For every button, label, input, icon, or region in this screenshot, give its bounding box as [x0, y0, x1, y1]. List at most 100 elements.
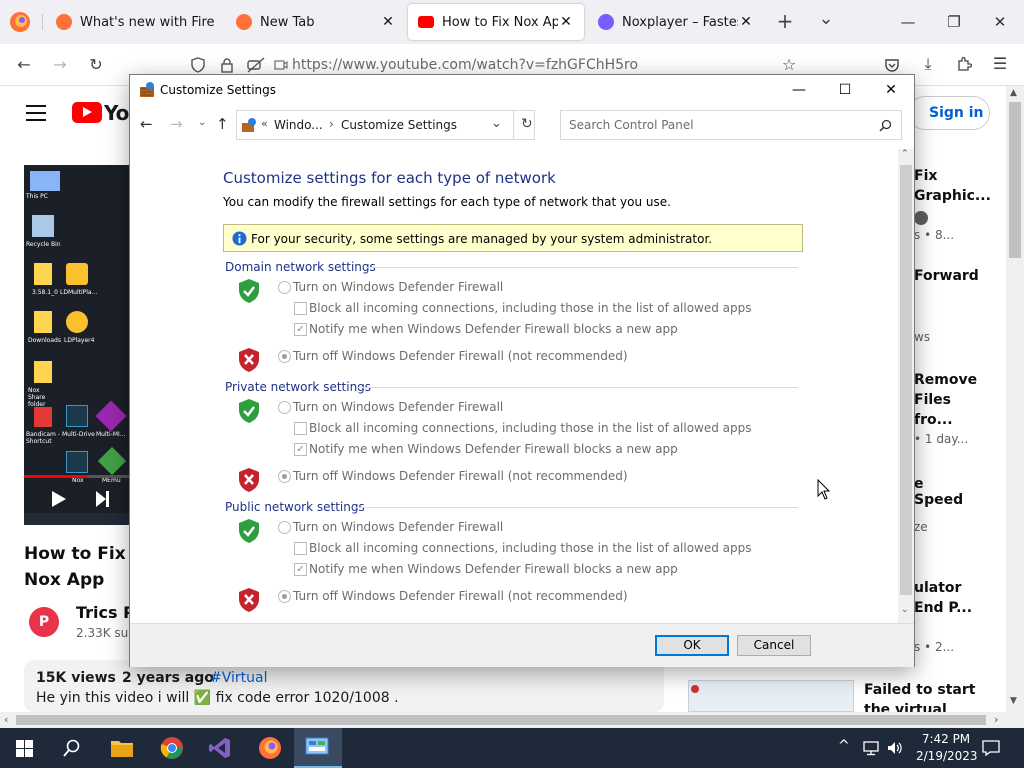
rec-title-6[interactable]: Failed to start the virtual	[864, 680, 984, 712]
ok-button[interactable]: OK	[655, 635, 729, 656]
dialog-close-button[interactable]: ✕	[868, 75, 914, 105]
cancel-button[interactable]: Cancel	[737, 635, 811, 656]
tab-youtube-active[interactable]: How to Fix Nox App pl ✕	[408, 4, 584, 40]
network-icon[interactable]	[862, 740, 880, 756]
notifications-icon[interactable]	[982, 740, 1000, 756]
dialog-minimize-button[interactable]: —	[776, 75, 822, 105]
close-tab-icon[interactable]: ✕	[380, 14, 396, 30]
volume-icon[interactable]	[886, 740, 904, 756]
address-dropdown-icon[interactable]: ⌄	[491, 116, 502, 131]
back-button[interactable]: ←	[10, 52, 38, 78]
extensions-icon[interactable]	[956, 56, 972, 72]
browser-minimize-button[interactable]: —	[888, 8, 928, 36]
channel-name[interactable]: Trics Plus	[76, 603, 130, 622]
browser-restore-button[interactable]: ❐	[934, 8, 974, 36]
breadcrumb-overflow[interactable]: «	[261, 117, 268, 130]
pocket-icon[interactable]	[884, 57, 900, 73]
taskbar-firefox[interactable]	[246, 728, 294, 768]
lock-icon[interactable]	[220, 57, 234, 73]
scroll-right-icon[interactable]: ›	[994, 713, 998, 726]
taskbar-visual-studio[interactable]	[196, 728, 244, 768]
domain-notify-checkbox[interactable]: ✓	[294, 323, 307, 336]
private-turn-off-radio[interactable]	[278, 470, 291, 483]
dialog-scroll-down-icon[interactable]: ⌄	[901, 605, 909, 615]
channel-avatar[interactable]: P	[29, 607, 59, 637]
private-block-all-checkbox[interactable]	[294, 422, 307, 435]
dialog-scrollbar-thumb[interactable]	[900, 165, 912, 595]
tab-noxplayer[interactable]: Noxplayer – Fastest and ✕	[588, 4, 764, 40]
list-all-tabs-button[interactable]: ⌄	[812, 6, 840, 32]
dialog-forward-icon[interactable]: →	[170, 115, 183, 133]
video-player[interactable]: This PC Recycle Bin 3.58.1_0 LDMultiPla.…	[24, 165, 130, 525]
video-progress-bar[interactable]	[24, 475, 130, 478]
tab-whats-new[interactable]: What's new with Firefox	[46, 4, 224, 40]
search-icon[interactable]	[879, 119, 892, 132]
youtube-logo-icon[interactable]	[72, 102, 102, 123]
forward-button[interactable]: →	[46, 52, 74, 78]
dialog-up-icon[interactable]: ↑	[216, 115, 229, 133]
shield-icon[interactable]	[190, 57, 206, 73]
scroll-down-icon[interactable]: ▼	[1010, 696, 1017, 706]
play-icon[interactable]	[52, 491, 66, 507]
sign-in-button[interactable]: Sign in	[908, 96, 990, 130]
close-tab-icon[interactable]: ✕	[558, 14, 574, 30]
taskbar-control-panel-active[interactable]	[294, 728, 342, 768]
app-menu-icon[interactable]: ☰	[986, 51, 1014, 77]
desktop-nox-icon	[66, 451, 88, 473]
recent-locations-icon[interactable]: ⌄	[198, 117, 206, 128]
downloads-icon[interactable]: ⤓	[914, 51, 942, 77]
next-video-icon[interactable]	[96, 491, 109, 507]
scroll-up-icon[interactable]: ▲	[1010, 88, 1017, 98]
scroll-left-icon[interactable]: ‹	[4, 713, 8, 726]
description-box[interactable]: 15K views 2 years ago #Virtual He yin th…	[24, 660, 664, 712]
public-turn-off-radio[interactable]	[278, 590, 291, 603]
public-turn-off-label: Turn off Windows Defender Firewall (not …	[293, 589, 628, 603]
page-vertical-scrollbar[interactable]: ▲ ▼	[1006, 86, 1024, 712]
public-notify-checkbox[interactable]: ✓	[294, 563, 307, 576]
youtube-logo-text[interactable]: YouTube	[104, 101, 130, 125]
refresh-icon[interactable]: ↻	[521, 116, 533, 132]
show-hidden-icons-chevron[interactable]: ^	[838, 738, 850, 754]
public-turn-on-radio[interactable]	[278, 521, 291, 534]
private-turn-on-radio[interactable]	[278, 401, 291, 414]
breadcrumb-current[interactable]: Customize Settings	[341, 118, 457, 132]
new-tab-button[interactable]: +	[771, 8, 799, 34]
rec-title-4[interactable]: e Speed	[914, 476, 974, 508]
scrollbar-thumb[interactable]	[1009, 102, 1021, 258]
rec-title-1[interactable]: Fix Graphic...	[914, 166, 991, 206]
dialog-scroll-up-icon[interactable]: ⌃	[901, 149, 909, 159]
dialog-maximize-button[interactable]: ☐	[822, 75, 868, 105]
dialog-vertical-scrollbar[interactable]: ⌃ ⌄	[898, 149, 914, 623]
browser-close-button[interactable]: ✕	[980, 8, 1020, 36]
public-block-all-checkbox[interactable]	[294, 542, 307, 555]
domain-block-all-checkbox[interactable]	[294, 302, 307, 315]
url-text[interactable]: https://www.youtube.com/watch?v=fzhGFChH…	[292, 57, 638, 73]
page-horizontal-scrollbar[interactable]: ‹ ›	[0, 712, 1024, 728]
rec-meta-2: ws	[914, 330, 931, 344]
hamburger-menu-icon[interactable]	[26, 105, 46, 121]
domain-turn-off-radio[interactable]	[278, 350, 291, 363]
rec-thumbnail-6[interactable]	[688, 680, 854, 712]
hashtag-link[interactable]: #Virtual	[210, 670, 267, 686]
horizontal-scrollbar-thumb[interactable]	[16, 715, 986, 725]
firefox-icon[interactable]	[8, 10, 32, 34]
rec-title-5[interactable]: ulator End P...	[914, 578, 974, 618]
private-notify-checkbox[interactable]: ✓	[294, 443, 307, 456]
taskbar-chrome[interactable]	[148, 728, 196, 768]
taskbar-file-explorer[interactable]	[98, 728, 146, 768]
dialog-back-icon[interactable]: ←	[140, 115, 153, 133]
reload-button[interactable]: ↻	[82, 52, 110, 78]
start-button[interactable]	[0, 728, 48, 768]
tab-new-tab[interactable]: New Tab ✕	[226, 4, 406, 40]
address-bar[interactable]: « Windo... › Customize Settings ⌄ ↻	[236, 110, 535, 140]
red-shield-x-icon	[239, 468, 259, 492]
search-control-panel-input[interactable]: Search Control Panel	[560, 110, 902, 140]
taskbar-clock[interactable]: 7:42 PM 2/19/2023	[916, 731, 978, 765]
domain-turn-on-radio[interactable]	[278, 281, 291, 294]
close-tab-icon[interactable]: ✕	[738, 14, 754, 30]
breadcrumb-windows[interactable]: Windo...	[274, 118, 323, 132]
permissions-icon[interactable]	[246, 57, 266, 73]
rec-title-3[interactable]: Remove Files fro...	[914, 370, 977, 430]
rec-title-2[interactable]: Forward	[914, 268, 979, 284]
taskbar-search-button[interactable]	[48, 728, 96, 768]
